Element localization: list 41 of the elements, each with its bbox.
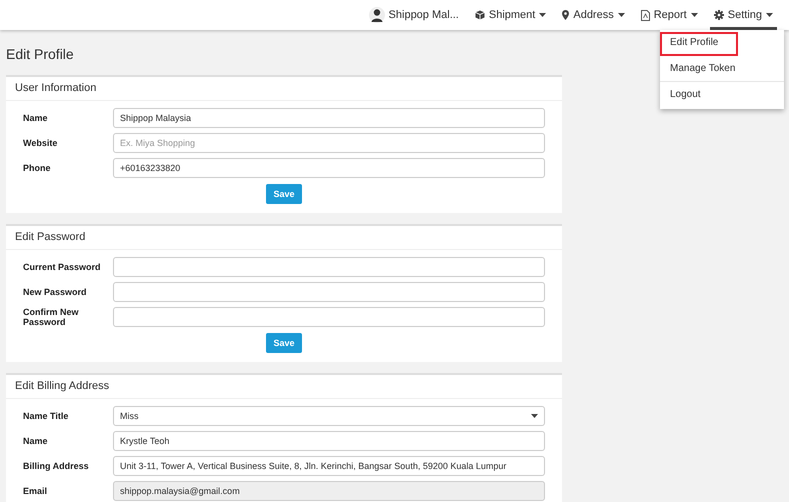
card-title: Edit Billing Address — [6, 375, 562, 399]
user-menu[interactable]: Shippop Mal... — [360, 0, 467, 30]
input-field[interactable]: Ex. Miya Shopping — [113, 133, 545, 153]
input-field[interactable]: +60163233820 — [113, 158, 545, 178]
field-label: Name — [23, 113, 49, 123]
field-label: Confirm New Password — [23, 307, 80, 327]
nav-menu[interactable]: Shipment — [466, 0, 554, 30]
page-title: Edit Profile — [6, 46, 75, 62]
cube-icon — [474, 10, 485, 20]
caret-icon — [531, 414, 538, 418]
input-field[interactable]: Unit 3-11, Tower A, Vertical Business Suite, 8, Jln. Kerinchi, Bangsar South, 59200 Kuala Lumpur — [113, 456, 545, 476]
field-label: Name — [23, 436, 49, 446]
card-title: Edit Password — [6, 226, 562, 250]
nav-menu[interactable]: Report — [632, 0, 706, 30]
field-label: New Password — [23, 287, 88, 297]
card-title: User Information — [6, 77, 562, 101]
field-label: Website — [23, 138, 58, 148]
field-label: Current Password — [23, 262, 102, 272]
caret-icon — [690, 13, 698, 17]
nav-menu[interactable]: Setting — [706, 0, 781, 30]
password-field[interactable] — [113, 282, 545, 302]
field-label: Billing Address — [23, 461, 90, 471]
select-field[interactable]: Miss — [113, 406, 545, 426]
caret-icon — [618, 13, 625, 17]
dropdown-item[interactable]: Logout — [660, 84, 784, 107]
caret-icon — [766, 13, 773, 17]
dropdown-item[interactable]: Edit Profile — [660, 32, 738, 56]
input-field[interactable]: Krystle Teoh — [113, 431, 545, 451]
nav-menu[interactable]: Address — [554, 0, 633, 30]
user-avatar-icon — [368, 7, 385, 23]
map-pin-icon — [562, 10, 570, 20]
caret-icon — [539, 13, 546, 17]
dropdown-item[interactable]: Manage Token — [660, 58, 784, 82]
input-field[interactable]: Shippop Malaysia — [113, 108, 545, 128]
field-label: Phone — [23, 163, 52, 173]
document-icon — [640, 10, 650, 20]
settings-icon — [714, 10, 724, 20]
field-label: Name Title — [23, 411, 70, 421]
field-label: Email — [23, 486, 48, 496]
password-field[interactable] — [113, 307, 545, 327]
password-field[interactable] — [113, 257, 545, 277]
